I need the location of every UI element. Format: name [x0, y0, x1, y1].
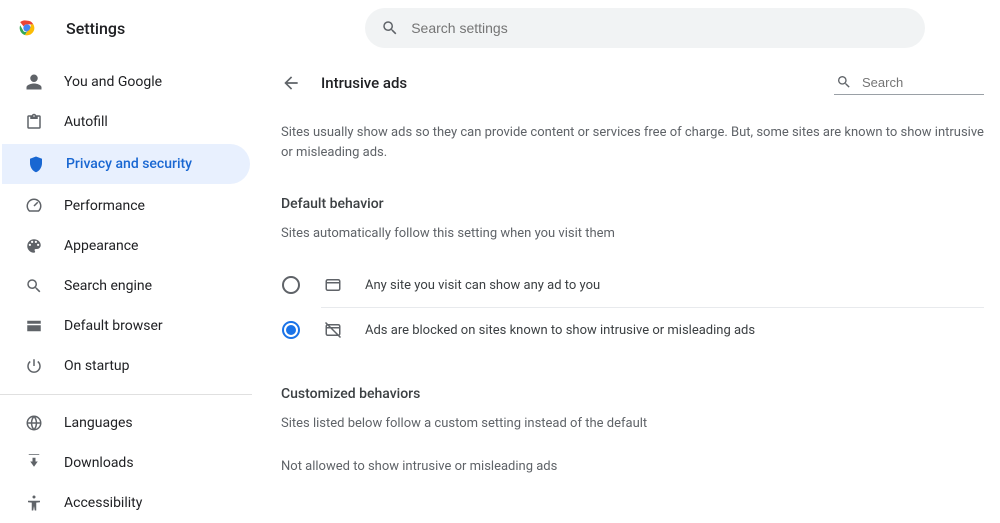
- radio-unselected[interactable]: [281, 275, 301, 295]
- global-search-input[interactable]: [411, 20, 909, 36]
- app-title: Settings: [66, 19, 125, 38]
- download-icon: [24, 454, 44, 472]
- clipboard-icon: [24, 113, 44, 131]
- sidebar-divider: [0, 394, 252, 395]
- sidebar-item-label: You and Google: [64, 74, 162, 90]
- power-icon: [24, 357, 44, 375]
- back-button[interactable]: [281, 73, 301, 93]
- page-title: Intrusive ads: [321, 74, 407, 92]
- sidebar-item-label: Appearance: [64, 238, 138, 254]
- accessibility-icon: [24, 494, 44, 512]
- search-icon: [381, 19, 399, 37]
- section-notallowed-title: Not allowed to show intrusive or mislead…: [281, 459, 984, 474]
- sidebar-item-label: Search engine: [64, 278, 152, 294]
- page-description: Sites usually show ads so they can provi…: [281, 123, 984, 162]
- sidebar-item-label: Accessibility: [64, 495, 142, 511]
- section-default-behavior-sub: Sites automatically follow this setting …: [281, 226, 984, 241]
- radio-selected[interactable]: [281, 320, 301, 340]
- default-behavior-options: Any site you visit can show any ad to yo…: [281, 263, 984, 352]
- sidebar-item-label: Privacy and security: [66, 156, 192, 172]
- sidebar-item-label: Downloads: [64, 455, 134, 471]
- sidebar-item-appearance[interactable]: Appearance: [0, 226, 252, 266]
- global-search-box[interactable]: [365, 8, 925, 48]
- section-default-behavior-title: Default behavior: [281, 196, 984, 212]
- shield-icon: [26, 155, 46, 173]
- section-customized-title: Customized behaviors: [281, 386, 984, 402]
- web-asset-icon: [323, 276, 343, 294]
- sidebar-item-performance[interactable]: Performance: [0, 186, 252, 226]
- sidebar-item-label: Autofill: [64, 114, 108, 130]
- globe-icon: [24, 414, 44, 432]
- sidebar-item-label: On startup: [64, 358, 130, 374]
- sidebar-item-on-startup[interactable]: On startup: [0, 346, 252, 386]
- page-search-box[interactable]: [834, 70, 984, 95]
- sidebar-item-label: Performance: [64, 198, 145, 214]
- page-search-input[interactable]: [862, 75, 982, 90]
- main-header: Intrusive ads: [281, 70, 984, 95]
- person-icon: [24, 73, 44, 91]
- sidebar-item-label: Default browser: [64, 318, 163, 334]
- option-block-ads[interactable]: Ads are blocked on sites known to show i…: [281, 308, 984, 352]
- search-icon: [836, 74, 852, 90]
- option-label: Ads are blocked on sites known to show i…: [365, 323, 755, 338]
- sidebar-item-accessibility[interactable]: Accessibility: [0, 483, 252, 523]
- search-icon: [24, 277, 44, 295]
- main-content: Intrusive ads Sites usually show ads so …: [252, 56, 1000, 523]
- option-label: Any site you visit can show any ad to yo…: [365, 278, 600, 293]
- sidebar-item-default-browser[interactable]: Default browser: [0, 306, 252, 346]
- browser-icon: [24, 317, 44, 335]
- app-header: Settings: [0, 0, 1000, 56]
- sidebar-item-privacy[interactable]: Privacy and security: [2, 144, 250, 184]
- sidebar: You and Google Autofill Privacy and secu…: [0, 56, 252, 523]
- section-customized-sub: Sites listed below follow a custom setti…: [281, 416, 984, 431]
- palette-icon: [24, 237, 44, 255]
- sidebar-item-search-engine[interactable]: Search engine: [0, 266, 252, 306]
- sidebar-item-label: Languages: [64, 415, 133, 431]
- chrome-logo-icon: [16, 17, 38, 39]
- highlight-annotation: Privacy and security: [8, 144, 200, 184]
- sidebar-item-downloads[interactable]: Downloads: [0, 443, 252, 483]
- speedometer-icon: [24, 197, 44, 215]
- option-allow-ads[interactable]: Any site you visit can show any ad to yo…: [281, 263, 984, 307]
- web-asset-off-icon: [323, 321, 343, 339]
- sidebar-item-languages[interactable]: Languages: [0, 403, 252, 443]
- sidebar-item-autofill[interactable]: Autofill: [0, 102, 252, 142]
- sidebar-item-you-and-google[interactable]: You and Google: [0, 62, 252, 102]
